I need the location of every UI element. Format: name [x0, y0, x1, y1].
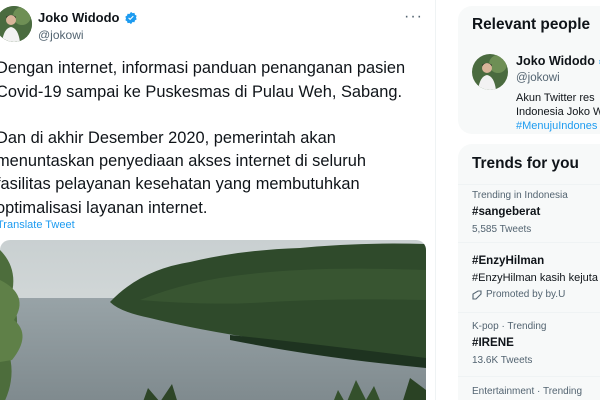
relevant-person-avatar[interactable]: [472, 54, 508, 90]
trend-count: 5,585 Tweets: [472, 224, 532, 235]
relevant-person-name-text[interactable]: Joko Widodo: [516, 54, 595, 68]
trends-card: Trends for you Trending in Indonesia #sa…: [458, 144, 600, 400]
trends-title: Trends for you: [472, 155, 579, 172]
tweet-text-line: fasilitas pelayanan kesehatan yang membu…: [0, 175, 360, 193]
trend-meta: K-pop · Trending: [472, 321, 547, 332]
author-avatar[interactable]: [0, 6, 32, 42]
relevant-person-bio: Indonesia Joko W: [516, 106, 600, 118]
divider: [458, 242, 600, 243]
divider: [458, 184, 600, 185]
relevant-people-title: Relevant people: [472, 16, 591, 33]
trend-meta: Trending in Indonesia: [472, 190, 568, 201]
tweet-photo[interactable]: [0, 240, 426, 400]
tweet-detail: Joko Widodo @jokowi ··· Dengan internet,…: [0, 0, 436, 400]
tweet-text-line: menuntaskan penyediaan akses internet di…: [0, 152, 366, 170]
relevant-person-handle[interactable]: @jokowi: [516, 72, 560, 84]
relevant-people-card: Relevant people Joko Widodo @jokowi Akun…: [458, 6, 600, 134]
relevant-person-hashtag-link[interactable]: #MenujuIndones: [516, 120, 597, 132]
promoted-icon: [472, 289, 482, 300]
promoted-text: Promoted by by.U: [486, 289, 566, 300]
trend-description: #EnzyHilman kasih kejuta: [472, 272, 598, 284]
tweet-text-line: optimalisasi layanan internet.: [0, 199, 208, 217]
trend-name[interactable]: #sangeberat: [472, 205, 540, 218]
divider: [458, 312, 600, 313]
trend-name[interactable]: #EnzyHilman: [472, 254, 544, 267]
relevant-person-name[interactable]: Joko Widodo: [516, 54, 600, 68]
author-name-text[interactable]: Joko Widodo: [38, 10, 120, 25]
divider: [458, 376, 600, 377]
promoted-label: Promoted by by.U: [472, 289, 565, 300]
translate-tweet-link[interactable]: Translate Tweet: [0, 219, 75, 231]
author-name[interactable]: Joko Widodo: [38, 10, 138, 25]
tweet-text-line: Covid-19 sampai ke Puskesmas di Pulau We…: [0, 83, 403, 101]
relevant-person-bio: Akun Twitter res: [516, 92, 595, 104]
tweet-text-line: Dengan internet, informasi panduan penan…: [0, 59, 406, 77]
trend-name[interactable]: #IRENE: [472, 336, 514, 349]
trend-count: 13.6K Tweets: [472, 355, 533, 366]
tweet-text-line: Dan di akhir Desember 2020, pemerintah a…: [0, 129, 336, 147]
trend-meta: Entertainment · Trending: [472, 386, 583, 397]
author-handle[interactable]: @jokowi: [38, 28, 84, 42]
verified-badge-icon: [124, 11, 137, 24]
more-horizontal-icon[interactable]: ···: [404, 8, 423, 26]
